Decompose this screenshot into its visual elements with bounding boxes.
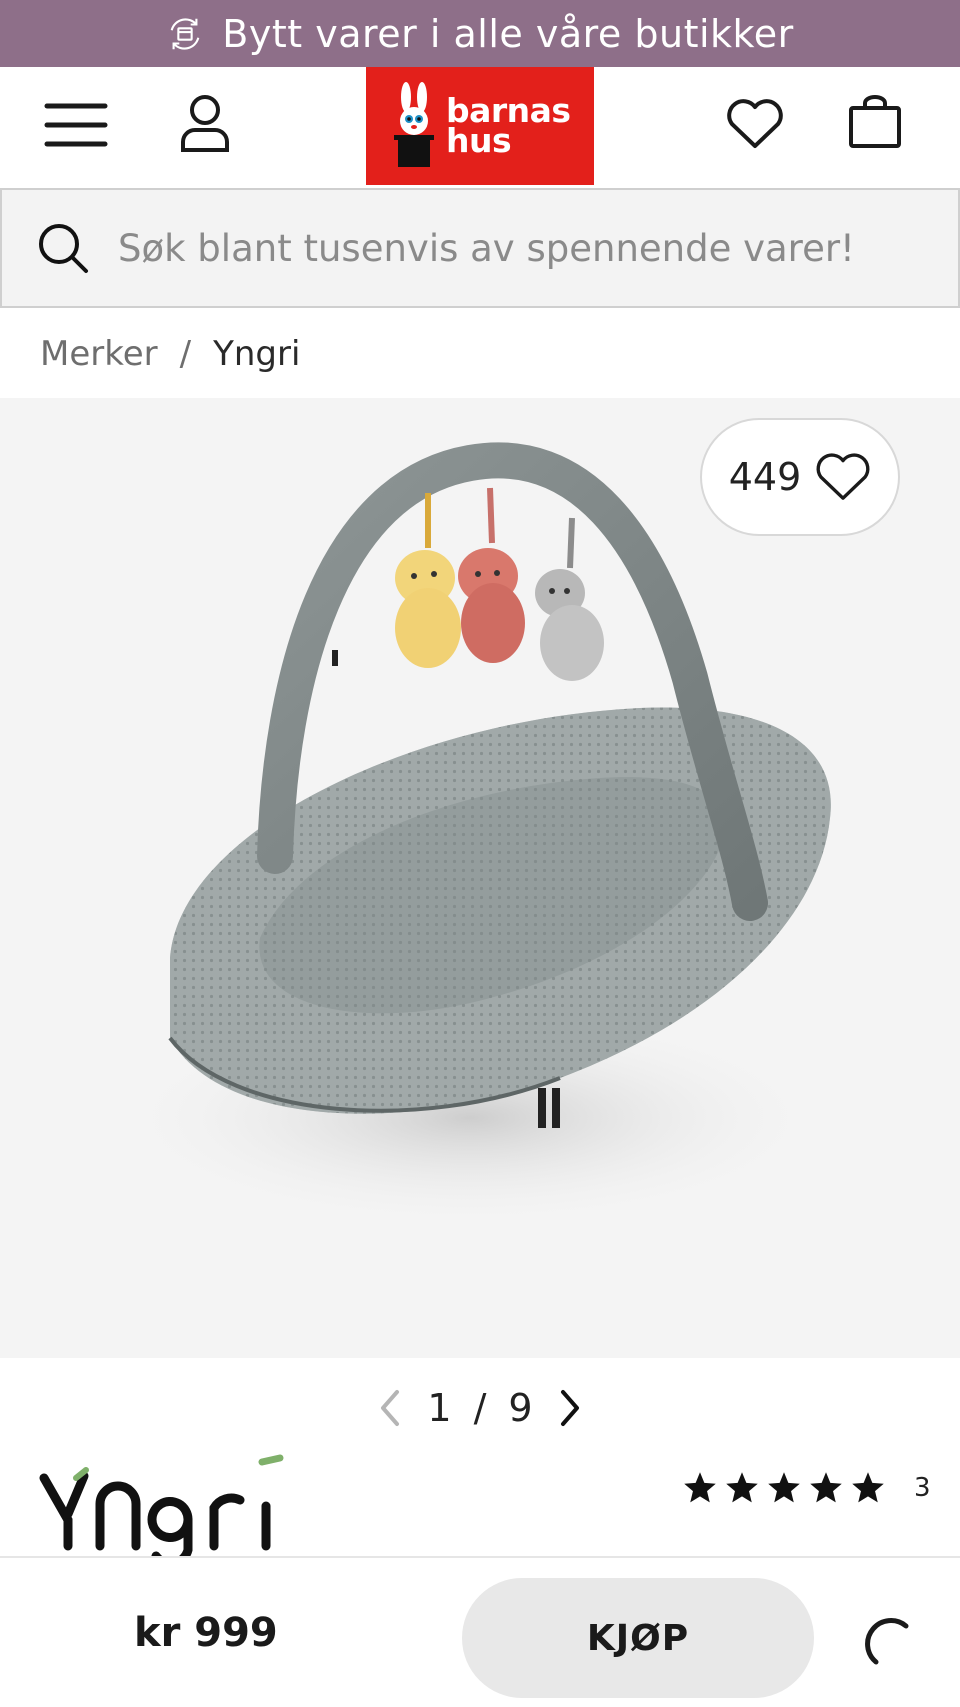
star-icon (726, 1472, 758, 1503)
price: kr 999 (134, 1610, 278, 1656)
heart-icon (816, 453, 870, 500)
product-image (110, 442, 831, 1228)
promo-text: Bytt varer i alle våre butikker (222, 11, 794, 56)
exchange-box-icon (170, 17, 200, 50)
barnas-hus-logo[interactable]: barnas hus (366, 67, 594, 185)
wishlist-button[interactable] (720, 91, 790, 157)
gallery-pager: 1 / 9 (0, 1380, 960, 1436)
user-icon (181, 95, 229, 152)
account-button[interactable] (172, 91, 238, 157)
promo-bar[interactable]: Bytt varer i alle våre butikker (0, 0, 960, 67)
search-icon (39, 224, 88, 273)
yngri-logo (39, 1454, 284, 1568)
menu-button[interactable] (40, 95, 112, 155)
chevron-left-icon[interactable] (375, 1388, 405, 1428)
star-icon (768, 1472, 800, 1503)
loading-spinner-icon (865, 1618, 909, 1665)
search-input[interactable] (118, 226, 878, 270)
pager-total: 9 (508, 1386, 533, 1430)
buy-button[interactable]: KJØP (462, 1578, 814, 1698)
star-icon (684, 1472, 716, 1503)
search-bar[interactable] (0, 188, 960, 308)
breadcrumb: Merker / Yngri (40, 334, 300, 374)
logo-text-line2: hus (446, 121, 512, 160)
star-icon (810, 1472, 842, 1503)
product-rating[interactable]: 3 (682, 1470, 931, 1506)
heart-icon (727, 99, 783, 148)
chevron-right-icon[interactable] (555, 1388, 585, 1428)
sticky-buy-bar: kr 999 KJØP (0, 1556, 960, 1707)
favorite-count: 449 (728, 455, 802, 499)
pager-separator: / (473, 1386, 487, 1430)
menu-icon (44, 103, 108, 147)
review-count: 3 (914, 1473, 931, 1503)
site-header: barnas hus (0, 67, 960, 185)
rabbit-in-hat-icon (394, 82, 434, 167)
pager-current: 1 (427, 1386, 452, 1430)
shopping-bag-icon (849, 95, 901, 148)
cart-button[interactable] (840, 89, 910, 155)
breadcrumb-separator: / (179, 334, 192, 374)
breadcrumb-link-merker[interactable]: Merker (40, 334, 158, 374)
breadcrumb-current: Yngri (213, 334, 301, 374)
favorite-chip[interactable]: 449 (700, 418, 900, 536)
star-icon (852, 1472, 884, 1503)
product-image-gallery[interactable]: 449 (0, 398, 960, 1358)
brand-logo[interactable] (38, 1450, 318, 1568)
